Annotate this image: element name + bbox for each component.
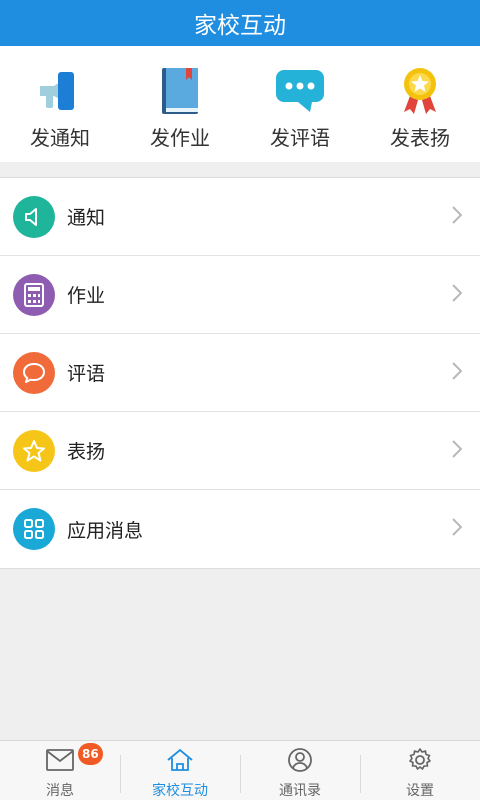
send-homework-button[interactable]: 发作业 [120,46,240,162]
tab-label: 通讯录 [279,783,321,799]
megaphone-icon [32,66,88,116]
bottom-tab-bar: 86 消息 家校互动 通讯录 设置 [0,740,480,800]
chevron-right-icon [452,439,463,462]
menu-item-comment[interactable]: 评语 [0,334,480,412]
medal-icon [392,66,448,116]
menu-item-label: 作业 [67,285,106,307]
chevron-right-icon [452,283,463,306]
send-notice-button[interactable]: 发通知 [0,46,120,162]
menu-item-label: 表扬 [67,441,106,463]
tab-home-school[interactable]: 家校互动 [120,741,240,800]
home-icon [165,747,195,777]
quick-actions: 发通知 发作业 发评语 发表扬 [0,46,480,162]
calculator-icon [13,273,55,316]
menu-item-label: 评语 [67,363,106,385]
top-bar: 家校互动 [0,0,480,46]
star-icon [13,429,55,472]
unread-badge: 86 [78,743,103,765]
menu-item-app-messages[interactable]: 应用消息 [0,490,480,568]
speaker-icon [13,195,55,238]
menu-item-homework[interactable]: 作业 [0,256,480,334]
menu-item-praise[interactable]: 表扬 [0,412,480,490]
chevron-right-icon [452,361,463,384]
tab-label: 消息 [46,783,74,799]
grid-icon [13,508,55,550]
menu-item-notice[interactable]: 通知 [0,178,480,256]
book-icon [152,66,208,116]
tab-label: 设置 [406,783,434,799]
page-title: 家校互动 [194,13,286,39]
menu-item-label: 通知 [67,207,106,229]
tab-contacts[interactable]: 通讯录 [240,741,360,800]
chevron-right-icon [452,205,463,228]
menu-item-label: 应用消息 [67,519,144,542]
chat-bubble-icon [272,66,328,116]
speech-bubble-icon [13,351,55,394]
tab-label: 家校互动 [152,783,208,799]
tab-settings[interactable]: 设置 [360,741,480,800]
envelope-icon [45,747,75,777]
menu-list: 通知 作业 评语 表扬 应用消息 [0,177,480,569]
send-comment-button[interactable]: 发评语 [240,46,360,162]
contact-icon [285,747,315,777]
gear-icon [405,747,435,777]
chevron-right-icon [452,518,463,540]
tab-messages[interactable]: 86 消息 [0,741,120,800]
send-praise-button[interactable]: 发表扬 [360,46,480,162]
